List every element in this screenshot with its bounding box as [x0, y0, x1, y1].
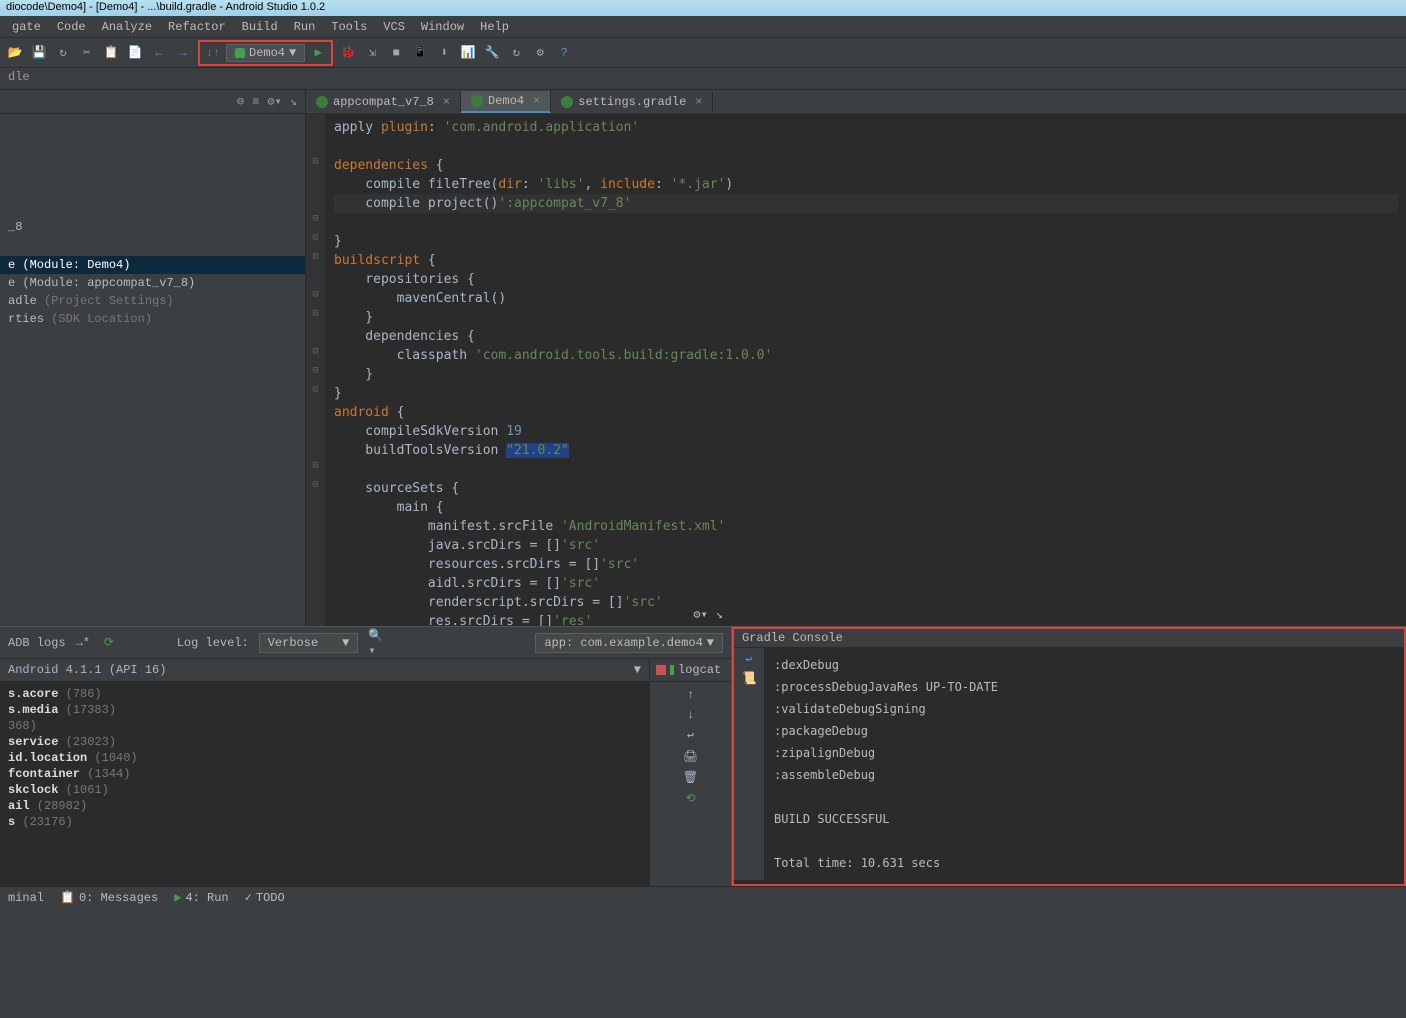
tree-item-selected[interactable]: e (Module: Demo4) — [0, 256, 305, 274]
restart-green-icon[interactable]: ⟲ — [685, 791, 695, 806]
wrap-icon[interactable]: ↩ — [687, 728, 694, 743]
gradle-icon — [471, 95, 483, 107]
terminal-tab[interactable]: minal — [8, 891, 44, 905]
project-tree[interactable]: _8 e (Module: Demo4) e (Module: appcompa… — [0, 114, 305, 626]
tab-appcompat[interactable]: appcompat_v7_8 × — [306, 92, 461, 112]
log-list[interactable]: s.acore (786)s.media (17383)368)service … — [0, 682, 649, 886]
app-filter-dropdown[interactable]: app: com.example.demo4▼ — [535, 633, 723, 653]
forward-icon[interactable]: → — [174, 44, 192, 62]
sync-icon[interactable]: ↻ — [54, 44, 72, 62]
run-icon[interactable]: ▶ — [309, 44, 327, 62]
trash-icon[interactable]: 🗑 — [683, 770, 698, 785]
tree-item[interactable]: _8 — [0, 218, 305, 236]
make-icon[interactable]: ↓↑ — [204, 44, 222, 62]
open-icon[interactable]: 📂 — [6, 44, 24, 62]
run-tab[interactable]: ▶ 4: Run — [174, 890, 228, 905]
editor-area: appcompat_v7_8 × Demo4 × settings.gradle… — [306, 90, 1406, 626]
hide-panel-icon[interactable]: ↘ — [716, 607, 723, 622]
tab-demo4[interactable]: Demo4 × — [461, 91, 551, 113]
menu-refactor[interactable]: Refactor — [162, 18, 232, 35]
wrap-icon[interactable]: ↩ — [745, 652, 752, 667]
adb-logs-label[interactable]: ADB logs — [8, 636, 66, 650]
copy-icon[interactable]: 📋 — [102, 44, 120, 62]
statusbar: minal 📋 0: Messages ▶ 4: Run ✓ TODO — [0, 886, 1406, 908]
window-title: diocode\Demo4] - [Demo4] - ...\build.gra… — [0, 0, 1406, 16]
run-config-selector[interactable]: Demo4 ▼ — [226, 44, 305, 62]
tab-settings-gradle[interactable]: settings.gradle × — [551, 92, 713, 112]
run-config-label: Demo4 — [249, 46, 285, 60]
menu-gate[interactable]: gate — [6, 18, 47, 35]
debug-icon[interactable]: 🐞 — [339, 44, 357, 62]
dropdown-arrow-icon: ▼ — [289, 46, 296, 60]
editor-tabs: appcompat_v7_8 × Demo4 × settings.gradle… — [306, 90, 1406, 114]
messages-tab[interactable]: 📋 0: Messages — [60, 890, 158, 905]
log-level-label: Log level: — [177, 636, 249, 650]
code-editor[interactable]: apply plugin: 'com.android.application' … — [326, 114, 1406, 626]
main-toolbar: 📂 💾 ↻ ✂ 📋 📄 ← → ↓↑ Demo4 ▼ ▶ 🐞 ⇲ ■ 📱 ⬇ 📊… — [0, 38, 1406, 68]
stop-icon[interactable]: ■ — [387, 44, 405, 62]
gear-icon[interactable]: ⚙▾ — [693, 607, 707, 622]
down-icon[interactable]: ↓ — [687, 708, 694, 722]
tab-label: Demo4 — [488, 94, 524, 108]
menubar: gate Code Analyze Refactor Build Run Too… — [0, 16, 1406, 38]
menu-window[interactable]: Window — [415, 18, 470, 35]
paste-icon[interactable]: 📄 — [126, 44, 144, 62]
tab-label: settings.gradle — [578, 95, 686, 109]
collapse-icon[interactable]: ⊖ — [237, 94, 244, 109]
editor-gutter[interactable]: ⊟⊟⊟⊟⊟⊟⊟⊟⊟⊟⊟ — [306, 114, 326, 626]
menu-vcs[interactable]: VCS — [377, 18, 411, 35]
tree-item[interactable]: rties (SDK Location) — [0, 310, 305, 328]
tree-item[interactable]: e (Module: appcompat_v7_8) — [0, 274, 305, 292]
todo-tab[interactable]: ✓ TODO — [245, 890, 285, 905]
autoscroll-icon[interactable]: ≡ — [252, 95, 259, 109]
menu-tools[interactable]: Tools — [325, 18, 373, 35]
project-sidebar: ⊖ ≡ ⚙▾ ↘ _8 e (Module: Demo4) e (Module:… — [0, 90, 306, 626]
print-icon[interactable]: 🖨 — [683, 749, 698, 764]
cut-icon[interactable]: ✂ — [78, 44, 96, 62]
close-icon[interactable]: × — [695, 95, 702, 109]
close-icon[interactable]: × — [443, 95, 450, 109]
logcat-panel: ⚙▾ ↘ ADB logs →* ⟳ Log level: Verbose▼ 🔍… — [0, 627, 732, 886]
android-icon — [235, 48, 245, 58]
dropdown-arrow-icon: ▼ — [634, 663, 641, 677]
attach-icon[interactable]: ⇲ — [363, 44, 381, 62]
logcat-tab[interactable]: logcat — [650, 659, 731, 682]
tree-item[interactable]: adle (Project Settings) — [0, 292, 305, 310]
settings-icon[interactable]: ⚙ — [531, 44, 549, 62]
hide-icon[interactable]: ↘ — [290, 94, 297, 109]
menu-help[interactable]: Help — [474, 18, 515, 35]
run-config-highlight: ↓↑ Demo4 ▼ ▶ — [198, 40, 333, 66]
gradle-icon — [561, 96, 573, 108]
menu-build[interactable]: Build — [236, 18, 284, 35]
arrow-icon: →* — [76, 636, 90, 650]
menu-run[interactable]: Run — [288, 18, 322, 35]
search-icon[interactable]: 🔍▾ — [368, 634, 386, 652]
gradle-console: Gradle Console ↩ 📜 :dexDebug:processDebu… — [732, 627, 1406, 886]
gradle-console-title: Gradle Console — [734, 629, 1404, 648]
menu-analyze[interactable]: Analyze — [96, 18, 158, 35]
scroll-icon[interactable]: 📜 — [742, 671, 757, 686]
gradle-output[interactable]: :dexDebug:processDebugJavaRes UP-TO-DATE… — [764, 648, 1404, 880]
tab-label: appcompat_v7_8 — [333, 95, 434, 109]
up-icon[interactable]: ↑ — [687, 688, 694, 702]
settings-gear-icon[interactable]: ⚙▾ — [267, 94, 281, 109]
help-icon[interactable]: ? — [555, 44, 573, 62]
sdk-icon[interactable]: ⬇ — [435, 44, 453, 62]
device-label: Android 4.1.1 (API 16) — [8, 663, 166, 677]
gradle-icon — [316, 96, 328, 108]
device-selector[interactable]: Android 4.1.1 (API 16) ▼ — [0, 659, 649, 682]
monitor-icon[interactable]: 📊 — [459, 44, 477, 62]
breadcrumb: dle — [0, 68, 1406, 90]
back-icon[interactable]: ← — [150, 44, 168, 62]
menu-code[interactable]: Code — [51, 18, 92, 35]
gradle-sync-icon[interactable]: ↻ — [507, 44, 525, 62]
structure-icon[interactable]: 🔧 — [483, 44, 501, 62]
log-level-dropdown[interactable]: Verbose▼ — [259, 633, 359, 653]
avd-icon[interactable]: 📱 — [411, 44, 429, 62]
restart-icon[interactable]: ⟳ — [100, 634, 118, 652]
save-icon[interactable]: 💾 — [30, 44, 48, 62]
close-icon[interactable]: × — [533, 94, 540, 108]
